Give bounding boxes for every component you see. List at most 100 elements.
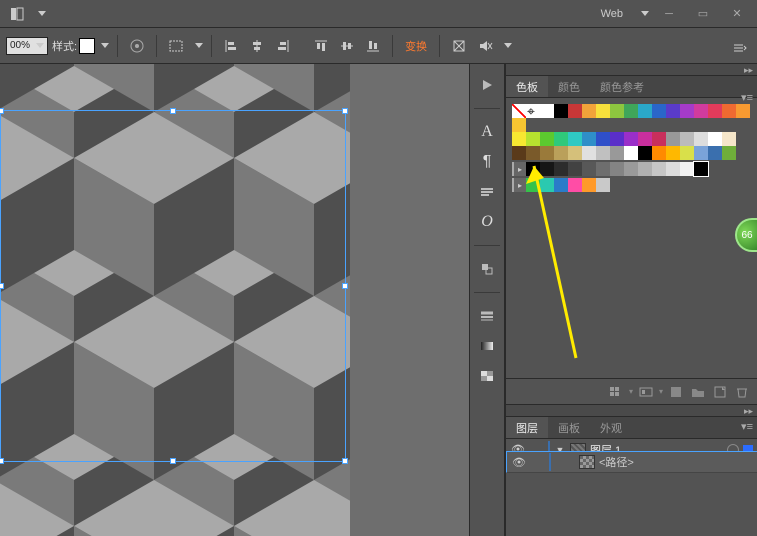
swatch-cell[interactable] (512, 146, 526, 160)
swatch-selected[interactable] (694, 162, 708, 176)
new-group-icon[interactable] (689, 383, 707, 401)
audio-caret[interactable] (504, 43, 512, 48)
opentype-panel-icon[interactable] (474, 179, 500, 205)
swatch-cell[interactable] (554, 162, 568, 176)
swatch-cell[interactable] (568, 104, 582, 118)
swatch-cell[interactable] (526, 178, 540, 192)
swatch-cell[interactable] (526, 146, 540, 160)
swatch-cell[interactable] (610, 104, 624, 118)
swatch-cell[interactable] (582, 162, 596, 176)
swatch-cell[interactable] (554, 104, 568, 118)
layer-row[interactable]: 👁 ▼ 图层 1 (506, 439, 757, 461)
swatch-cell[interactable] (540, 178, 554, 192)
layer-name[interactable]: 图层 1 (590, 442, 723, 458)
target-icon[interactable] (727, 444, 739, 456)
swatch-library-icon[interactable] (607, 383, 625, 401)
workspace-caret[interactable] (641, 11, 649, 16)
swatch-cell[interactable] (596, 146, 610, 160)
swatch-cell[interactable] (596, 178, 610, 192)
swatch-cell[interactable] (708, 104, 722, 118)
style-caret[interactable] (101, 43, 109, 48)
swatch-cell[interactable] (680, 146, 694, 160)
swatch-cell[interactable] (708, 146, 722, 160)
swatch-cell[interactable] (680, 104, 694, 118)
disclosure-toggle[interactable]: ▼ (554, 445, 566, 455)
workspace-switcher[interactable]: Web (601, 8, 623, 20)
show-kinds-icon[interactable] (637, 383, 655, 401)
transform-panel-icon[interactable] (474, 256, 500, 282)
tab-appearance[interactable]: 外观 (590, 417, 632, 438)
zoom-dropdown[interactable]: 00% (6, 37, 48, 55)
swatch-cell[interactable] (596, 132, 610, 146)
align-hcenter-icon[interactable] (246, 35, 268, 57)
transparency-panel-icon[interactable] (474, 363, 500, 389)
swatch-cell[interactable] (610, 162, 624, 176)
transform-button[interactable]: 变换 (401, 36, 431, 56)
tab-color[interactable]: 颜色 (548, 76, 590, 97)
swatch-cell[interactable] (666, 162, 680, 176)
dock-expand-icon[interactable]: ▸▸ (744, 65, 753, 76)
swatch-cell[interactable] (582, 132, 596, 146)
align-bottom-icon[interactable] (362, 35, 384, 57)
swatch-cell[interactable] (694, 146, 708, 160)
swatch-options-icon[interactable] (667, 383, 685, 401)
style-swatch[interactable] (79, 38, 95, 54)
minimize-button[interactable]: ─ (655, 5, 683, 23)
swatch-cell[interactable] (666, 146, 680, 160)
swatch-cell[interactable] (694, 104, 708, 118)
maximize-button[interactable]: ▭ (689, 5, 717, 23)
preferences-icon[interactable] (165, 35, 187, 57)
swatch-cell[interactable] (540, 162, 554, 176)
swatch-cell[interactable] (526, 162, 540, 176)
swatch-cell[interactable] (666, 104, 680, 118)
tab-swatches[interactable]: 色板 (506, 76, 548, 97)
gray-group-icon[interactable]: ▸ (512, 162, 526, 176)
swatch-cell[interactable] (540, 132, 554, 146)
swatch-cell[interactable] (568, 178, 582, 192)
swatch-cell[interactable] (638, 146, 652, 160)
swatch-cell[interactable] (610, 132, 624, 146)
swatch-cell[interactable] (722, 132, 736, 146)
swatch-cell[interactable] (568, 162, 582, 176)
swatch-cell[interactable] (680, 162, 694, 176)
tab-artboard[interactable]: 画板 (548, 417, 590, 438)
gradient-panel-icon[interactable] (474, 333, 500, 359)
align-left-icon[interactable] (220, 35, 242, 57)
document-view[interactable]: ▲ ▼ (0, 64, 492, 536)
play-icon[interactable] (474, 72, 500, 98)
swatch-cell[interactable] (624, 162, 638, 176)
swatch-cell[interactable] (680, 132, 694, 146)
align-vcenter-icon[interactable] (336, 35, 358, 57)
swatch-cell[interactable] (638, 162, 652, 176)
swatch-none[interactable] (512, 104, 526, 118)
swatch-cell[interactable] (596, 162, 610, 176)
swatch-cell[interactable] (624, 104, 638, 118)
swatch-cell[interactable] (554, 178, 568, 192)
arrange-docs-caret[interactable] (38, 11, 46, 16)
dock-expand-icon-2[interactable]: ▸▸ (744, 406, 753, 417)
close-button[interactable]: ✕ (723, 5, 751, 23)
swatch-cell[interactable] (736, 104, 750, 118)
isolate-icon[interactable] (448, 35, 470, 57)
swatch-cell[interactable] (610, 146, 624, 160)
swatch-cell[interactable] (666, 132, 680, 146)
align-top-icon[interactable] (310, 35, 332, 57)
swatch-cell[interactable] (694, 132, 708, 146)
swatch-cell[interactable] (624, 132, 638, 146)
swatch-cell[interactable] (582, 104, 596, 118)
swatch-cell[interactable] (512, 132, 526, 146)
swatch-cell[interactable] (540, 104, 554, 118)
prefs-caret[interactable] (195, 43, 203, 48)
swatch-cell[interactable] (624, 146, 638, 160)
swatch-cell[interactable] (512, 118, 526, 132)
audio-off-icon[interactable] (474, 35, 496, 57)
swatch-cell[interactable] (722, 146, 736, 160)
swatch-cell[interactable] (652, 146, 666, 160)
swatch-cell[interactable] (652, 104, 666, 118)
swatch-cell[interactable] (568, 146, 582, 160)
delete-swatch-icon[interactable] (733, 383, 751, 401)
swatch-cell[interactable] (638, 104, 652, 118)
swatch-cell[interactable] (540, 146, 554, 160)
options-more-icon[interactable] (729, 37, 751, 59)
swatch-cell[interactable] (554, 146, 568, 160)
